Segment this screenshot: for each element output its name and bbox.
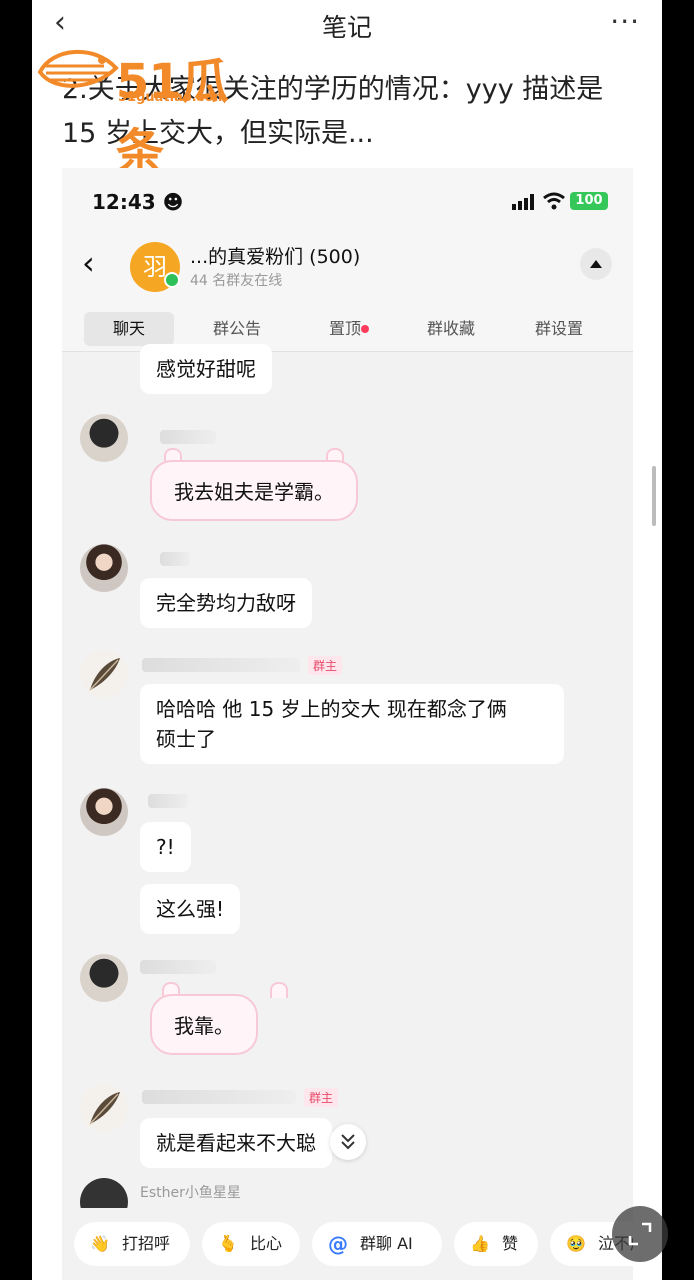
more-icon[interactable]: ··· — [610, 5, 640, 38]
triangle-up-icon — [590, 260, 602, 268]
expand-button[interactable] — [612, 1206, 668, 1262]
expand-icon — [628, 1222, 652, 1246]
double-chevron-down-icon — [341, 1134, 355, 1150]
unread-dot — [361, 325, 369, 333]
sender-name: Esther小鱼星星 — [140, 1185, 241, 1201]
sender-name-redacted — [140, 960, 216, 974]
message-line: 硕士了 — [156, 727, 216, 751]
message-bubble-sticker[interactable]: 我靠。 — [150, 994, 258, 1055]
owner-tag: 群主 — [304, 1088, 339, 1107]
avatar[interactable] — [80, 414, 128, 462]
sender-name-redacted — [160, 430, 216, 444]
chat-back-icon[interactable]: ‹ — [82, 244, 95, 282]
scrollbar[interactable] — [652, 466, 656, 526]
avatar[interactable] — [80, 650, 128, 698]
tab-label: 聊天 — [112, 319, 145, 338]
message-bubble[interactable]: ?! — [140, 822, 191, 872]
message-bubble[interactable]: 就是看起来不大聪 — [140, 1118, 332, 1168]
note-header: ‹ 笔记 ··· — [32, 0, 662, 50]
quick-reply-chip[interactable]: 🫰 比心 — [202, 1222, 300, 1266]
chat-header: ‹ 羽 ...的真爱粉们 (500) 44 名群友在线 — [62, 234, 633, 304]
tab-label: 群设置 — [534, 319, 583, 338]
feather-icon — [89, 1092, 120, 1125]
holding-tears-emoji-icon: 🥹 — [566, 1234, 586, 1253]
wifi-icon — [543, 192, 565, 210]
tab-pinned[interactable]: 置顶 — [310, 312, 380, 346]
message-bubble[interactable]: 哈哈哈 他 15 岁上的交大 现在都念了俩 硕士了 — [140, 684, 564, 764]
avatar[interactable] — [80, 788, 128, 836]
note-body-text: 2.关于大家很关注的学历的情况：yyy 描述是 15 岁上交大，但实际是... — [62, 74, 604, 149]
group-name[interactable]: ...的真爱粉们 (500) — [190, 242, 360, 269]
message-bubble[interactable]: 这么强! — [140, 884, 241, 934]
owner-tag: 群主 — [308, 656, 343, 675]
tab-favorites[interactable]: 群收藏 — [406, 312, 496, 346]
chip-label: 赞 — [502, 1234, 519, 1253]
online-status-dot — [164, 272, 180, 288]
avatar[interactable] — [80, 1084, 128, 1132]
kitty-bubble-wrap: 我去姐夫是学霸。 — [150, 448, 370, 521]
message-bubble-sticker[interactable]: 我去姐夫是学霸。 — [150, 460, 358, 521]
message-bubble[interactable]: 感觉好甜呢 — [140, 344, 272, 394]
thumbs-up-emoji-icon: 👍 — [470, 1234, 490, 1253]
sender-name-redacted — [148, 794, 188, 808]
avatar[interactable] — [80, 954, 128, 1002]
scroll-to-bottom-button[interactable] — [330, 1124, 366, 1160]
status-bar: 12:43 ☻ 100 — [62, 168, 633, 234]
tab-label: 群公告 — [212, 319, 261, 338]
status-time: 12:43 ☻ — [92, 190, 184, 214]
message-line: 哈哈哈 他 15 岁上的交大 现在都念了俩 — [156, 697, 507, 721]
at-icon: @ — [328, 1232, 348, 1256]
page-title: 笔记 — [321, 13, 372, 42]
tab-label: 群收藏 — [426, 319, 475, 338]
chip-label: 群聊 AI — [360, 1234, 413, 1253]
quick-reply-chip[interactable]: 👍 赞 — [454, 1222, 538, 1266]
feather-icon — [89, 658, 120, 691]
quick-reply-chip[interactable]: @ 群聊 AI — [312, 1222, 442, 1266]
battery-indicator: 100 — [570, 192, 608, 210]
sender-name-redacted — [160, 552, 190, 566]
quick-reply-chip[interactable]: 👋 打招呼 — [74, 1222, 190, 1266]
signal-icon — [512, 194, 534, 210]
embedded-chat-screenshot: 12:43 ☻ 100 ‹ 羽 ...的真爱粉们 (500) 44 名群友在线 — [62, 168, 633, 1280]
avatar[interactable] — [80, 544, 128, 592]
tab-settings[interactable]: 群设置 — [514, 312, 604, 346]
sender-name-redacted — [142, 658, 300, 672]
wave-emoji-icon: 👋 — [90, 1234, 110, 1253]
kitty-ear-right — [270, 982, 288, 998]
tab-label-wrap: 置顶 — [328, 319, 369, 338]
message-feed: 感觉好甜呢 我去姐夫是学霸。 完全势均力敌呀 群主 哈哈哈 他 15 岁上的交大… — [62, 344, 633, 1280]
tab-announcement[interactable]: 群公告 — [192, 312, 282, 346]
tab-chat[interactable]: 聊天 — [84, 312, 174, 346]
heart-hand-emoji-icon: 🫰 — [218, 1234, 238, 1253]
tab-label: 置顶 — [328, 319, 361, 338]
online-count: 44 名群友在线 — [190, 273, 283, 289]
quick-reply-bar: 👋 打招呼 🫰 比心 @ 群聊 AI 👍 赞 🥹 泣不成 — [62, 1208, 633, 1280]
chip-label: 比心 — [250, 1234, 283, 1253]
collapse-button[interactable] — [580, 248, 612, 280]
note-page: ‹ 笔记 ··· 2.关于大家很关注的学历的情况：yyy 描述是 15 岁上交大… — [32, 0, 662, 1280]
chip-label: 打招呼 — [122, 1234, 171, 1253]
message-bubble[interactable]: 完全势均力敌呀 — [140, 578, 312, 628]
sender-name-redacted — [142, 1090, 296, 1104]
kitty-bubble-wrap: 我靠。 — [150, 982, 310, 1055]
